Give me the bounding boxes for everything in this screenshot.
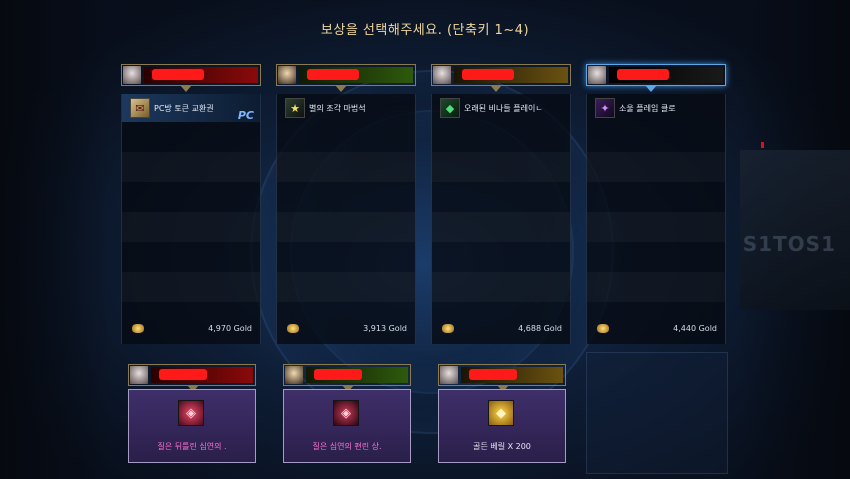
reward-selection-screen: S1TOS1 보상을 선택해주세요. (단축키 1~4) ✉ PC방 토큰 교환…: [0, 0, 850, 479]
row-stripe: [587, 152, 725, 182]
bonus-reward-3[interactable]: ◆ 골든 베릴 X 200: [438, 364, 566, 463]
character-portrait: [278, 66, 296, 84]
header-pointer: [335, 85, 347, 92]
row-stripe: [277, 152, 415, 182]
reward-list: ✦ 소울 플레임 클로 4,440 Gold: [586, 94, 726, 344]
row-stripe: [432, 212, 570, 242]
gold-amount: 4,970 Gold: [208, 323, 252, 333]
row-stripe: [277, 272, 415, 302]
gold-reward: 4,970 Gold: [122, 320, 260, 336]
reward-list: ✉ PC방 토큰 교환권 PC 4,970 Gold: [121, 94, 261, 344]
party-member-header: [121, 64, 261, 92]
claw-icon: ✦: [595, 98, 615, 118]
pc-bang-tag: PC: [237, 109, 254, 122]
background-light: [761, 142, 764, 148]
page-title: 보상을 선택해주세요. (단축키 1~4): [320, 23, 530, 38]
gold-coin-icon: [442, 323, 454, 333]
party-member-header: [128, 364, 256, 392]
redacted-name: [462, 69, 514, 80]
redacted-name: [152, 69, 204, 80]
bonus-card[interactable]: ◈ 질은 뒤틀린 심연의 .: [128, 389, 256, 463]
bonus-reward-2[interactable]: ◈ 질은 심연의 편린 상.: [283, 364, 411, 463]
crystal-icon: ◈: [333, 400, 359, 426]
reward-item[interactable]: ✦ 소울 플레임 클로: [587, 94, 725, 122]
gold-gem-icon: ◆: [488, 400, 514, 426]
bonus-item-name: 골든 베릴 X 200: [473, 442, 531, 451]
row-stripe: [122, 212, 260, 242]
background-building: [740, 150, 850, 310]
row-stripe: [587, 272, 725, 302]
gold-reward: 3,913 Gold: [277, 320, 415, 336]
gold-coin-icon: [287, 323, 299, 333]
character-portrait: [123, 66, 141, 84]
reward-item[interactable]: ★ 별의 조각 마법석: [277, 94, 415, 122]
row-stripe: [432, 272, 570, 302]
redacted-name: [307, 69, 359, 80]
header-pointer: [490, 85, 502, 92]
ticket-icon: ✉: [130, 98, 150, 118]
gold-amount: 4,688 Gold: [518, 323, 562, 333]
reward-item-name: 별의 조각 마법석: [309, 103, 366, 113]
gold-reward: 4,688 Gold: [432, 320, 570, 336]
row-stripe: [587, 212, 725, 242]
gold-coin-icon: [597, 323, 609, 333]
header-pointer: [645, 85, 657, 92]
party-member-header: [586, 64, 726, 92]
bonus-reward-1[interactable]: ◈ 질은 뒤틀린 심연의 .: [128, 364, 256, 463]
crystal-icon: ◈: [178, 400, 204, 426]
character-portrait: [285, 366, 303, 384]
reward-item-name: 소울 플레임 클로: [619, 103, 676, 113]
reward-column-3[interactable]: ◆ 오래된 비나들 플레이ㄴ 4,688 Gold: [431, 64, 571, 344]
reward-item-name: PC방 토큰 교환권: [154, 103, 214, 113]
party-member-header: [276, 64, 416, 92]
star-icon: ★: [285, 98, 305, 118]
reward-item[interactable]: ◆ 오래된 비나들 플레이ㄴ: [432, 94, 570, 122]
party-member-header: [431, 64, 571, 92]
background-watermark: S1TOS1: [742, 232, 836, 256]
bonus-card[interactable]: ◈ 질은 심연의 편린 상.: [283, 389, 411, 463]
reward-column-2[interactable]: ★ 별의 조각 마법석 3,913 Gold: [276, 64, 416, 344]
character-portrait: [433, 66, 451, 84]
party-member-header: [283, 364, 411, 392]
gem-icon: ◆: [440, 98, 460, 118]
row-stripe: [122, 272, 260, 302]
redacted-name: [159, 369, 207, 380]
gold-amount: 4,440 Gold: [673, 323, 717, 333]
character-portrait: [588, 66, 606, 84]
reward-column-1[interactable]: ✉ PC방 토큰 교환권 PC 4,970 Gold: [121, 64, 261, 344]
gold-amount: 3,913 Gold: [363, 323, 407, 333]
reward-list: ◆ 오래된 비나들 플레이ㄴ 4,688 Gold: [431, 94, 571, 344]
bonus-item-name: 질은 심연의 편린 상.: [312, 442, 382, 451]
empty-bonus-slot: [586, 352, 728, 474]
gold-coin-icon: [132, 323, 144, 333]
bonus-item-name: 질은 뒤틀린 심연의 .: [157, 442, 227, 451]
party-member-header: [438, 364, 566, 392]
row-stripe: [122, 152, 260, 182]
reward-item-name: 오래된 비나들 플레이ㄴ: [464, 103, 543, 113]
gold-reward: 4,440 Gold: [587, 320, 725, 336]
header-pointer: [180, 85, 192, 92]
bonus-card[interactable]: ◆ 골든 베릴 X 200: [438, 389, 566, 463]
character-portrait: [440, 366, 458, 384]
row-stripe: [432, 152, 570, 182]
reward-item[interactable]: ✉ PC방 토큰 교환권 PC: [122, 94, 260, 122]
redacted-name: [469, 369, 517, 380]
character-portrait: [130, 366, 148, 384]
background-left-shade: [0, 0, 110, 479]
redacted-name: [617, 69, 669, 80]
reward-list: ★ 별의 조각 마법석 3,913 Gold: [276, 94, 416, 344]
row-stripe: [277, 212, 415, 242]
reward-column-4[interactable]: ✦ 소울 플레임 클로 4,440 Gold: [586, 64, 726, 344]
redacted-name: [314, 369, 362, 380]
